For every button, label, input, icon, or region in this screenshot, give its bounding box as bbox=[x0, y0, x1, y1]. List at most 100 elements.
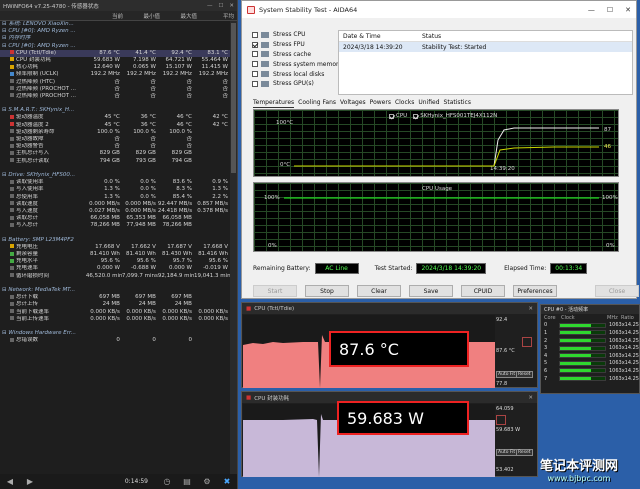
preferences-button[interactable]: Preferences bbox=[513, 285, 557, 297]
cpuid-button[interactable]: CPUID bbox=[461, 285, 505, 297]
sensor-row[interactable]: CPU 封装功耗 59.683 W 7.198 W 64.721 W 55.464 W bbox=[0, 57, 230, 64]
sensor2-reset-button[interactable]: Reset bbox=[516, 449, 533, 456]
stress-checkbox[interactable] bbox=[252, 51, 258, 58]
sensor-row[interactable]: 充电速率 0.000 W -0.688 W 0.000 W -0.019 W bbox=[0, 265, 230, 272]
close-icon[interactable]: ✕ bbox=[528, 306, 533, 312]
sensor-row[interactable]: 总错误数 0 0 0 bbox=[0, 337, 230, 344]
sensor2-autofit-button[interactable]: Auto Fit bbox=[496, 449, 518, 456]
stress-checkbox[interactable] bbox=[252, 71, 258, 78]
sensor1-reset-button[interactable]: Reset bbox=[516, 371, 533, 378]
clear-button[interactable]: Clear bbox=[357, 285, 401, 297]
col-max[interactable]: 最大值 bbox=[162, 12, 199, 20]
report-icon[interactable]: ▤ bbox=[180, 476, 194, 488]
sensor-row[interactable]: 驱动器故障 否 否 否 bbox=[0, 136, 230, 143]
sensor-row[interactable]: 写入速度 0.027 MB/s 0.000 MB/s 24.418 MB/s 0.378… bbox=[0, 208, 230, 215]
sensor-row[interactable]: 总计下载 697 MB 697 MB 697 MB bbox=[0, 294, 230, 301]
settings-icon[interactable]: ⚙ bbox=[200, 476, 214, 488]
close-icon[interactable]: ✕ bbox=[625, 6, 631, 14]
sensor-row[interactable]: 读取使用率 0.0 % 0.0 % 83.6 % 0.9 % bbox=[0, 179, 230, 186]
stress-option[interactable]: Stress CPU bbox=[252, 30, 342, 40]
col-min[interactable]: 最小值 bbox=[125, 12, 162, 20]
close-icon[interactable]: ✕ bbox=[528, 395, 533, 401]
stress-checkbox[interactable] bbox=[252, 80, 258, 87]
sensor-row[interactable]: 驱动器温度 45 °C 36 °C 46 °C 42 °C bbox=[0, 114, 230, 121]
stress-option[interactable]: Stress FPU bbox=[252, 40, 342, 50]
save-button[interactable]: Save bbox=[409, 285, 453, 297]
maximize-icon[interactable]: ☐ bbox=[607, 6, 613, 14]
sensor-row[interactable]: 剩余容量 81.410 Wh 81.410 Wh 81.430 Wh 81.416 Wh bbox=[0, 251, 230, 258]
tab-clocks[interactable]: Clocks bbox=[395, 98, 414, 108]
tab-statistics[interactable]: Statistics bbox=[444, 98, 471, 108]
tab-voltages[interactable]: Voltages bbox=[340, 98, 366, 108]
core-clock-bar-fill bbox=[559, 354, 592, 358]
close-icon[interactable]: ✕ bbox=[229, 3, 234, 9]
sensor-row[interactable]: 读取速度 0.000 MB/s 0.000 MB/s 92.447 MB/s 0.857… bbox=[0, 201, 230, 208]
sensor-row[interactable]: 过热降频 (PROCHOT ... 否 否 否 否 bbox=[0, 86, 230, 93]
sensor-row[interactable]: 驱动器警告 否 否 否 bbox=[0, 143, 230, 150]
tab-unified[interactable]: Unified bbox=[418, 98, 439, 108]
sensor-group[interactable]: ⊟ CPU [#0]: AMD Ryzen ... bbox=[0, 43, 230, 50]
sensor-row[interactable]: 读取总计 66,058 MB 65,353 MB 66,058 MB bbox=[0, 215, 230, 222]
sensor-row[interactable]: CPU (Tctl/Tdie) 87.6 °C 41.4 °C 92.4 °C 83.1… bbox=[0, 49, 230, 57]
sensor-label-text: 当前下载速率 bbox=[16, 308, 50, 315]
sensor-group[interactable]: ⊟ CPU [#0]: AMD Ryzen ... bbox=[0, 28, 230, 35]
stress-checkbox[interactable] bbox=[252, 31, 258, 38]
sensor-group[interactable]: ⊟ Windows Hardware Err... bbox=[0, 330, 230, 337]
stress-checkbox[interactable] bbox=[252, 41, 258, 48]
minimize-icon[interactable]: — bbox=[207, 3, 213, 9]
minimize-icon[interactable]: — bbox=[588, 6, 595, 14]
sensor-scrollbar[interactable] bbox=[230, 21, 237, 474]
nav-left-icon[interactable]: ◀ bbox=[3, 476, 17, 488]
stress-option[interactable]: Stress GPU(s) bbox=[252, 79, 342, 89]
status-row[interactable]: 2024/3/18 14:39:20 Stability Test: Start… bbox=[339, 42, 632, 52]
sensor-row[interactable]: 循环磨损时间 46,520.0 mins 7,099.7 mins 92,184.9 … bbox=[0, 273, 230, 280]
sensor1-autofit-button[interactable]: Auto Fit bbox=[496, 371, 518, 378]
sensor-row[interactable]: 核心功耗 12.640 W 0.065 W 15.107 W 11.415 W bbox=[0, 64, 230, 71]
sensor-row[interactable]: 频率限制 (UCLK) 192.2 MHz 192.2 MHz 192.2 MHz 19… bbox=[0, 71, 230, 78]
sensor2-color-swatch[interactable] bbox=[496, 415, 506, 425]
status-col-datetime[interactable]: Date & Time bbox=[339, 33, 419, 40]
stress-checkbox[interactable] bbox=[252, 61, 258, 68]
clock-icon[interactable]: ◷ bbox=[160, 476, 174, 488]
maximize-icon[interactable]: ☐ bbox=[218, 3, 223, 9]
sensor-row[interactable]: 过热降频 (PROCHOT ... 否 否 否 否 bbox=[0, 93, 230, 100]
start-button[interactable]: Start bbox=[253, 285, 297, 297]
sensor-row[interactable]: 总计上传 24 MB 24 MB 24 MB bbox=[0, 301, 230, 308]
sensor-group[interactable]: ⊟ 内存时序 bbox=[0, 35, 230, 42]
sensor-row[interactable]: 充电水平 95.6 % 95.6 % 95.7 % 95.6 % bbox=[0, 258, 230, 265]
value-avg: 192.2 MHz bbox=[198, 71, 228, 78]
tab-temperatures[interactable]: Temperatures bbox=[253, 98, 295, 108]
col-avg[interactable]: 平均 bbox=[199, 12, 236, 20]
sensor-group[interactable]: ⊟ S.M.A.R.T.: SKHynix_H... bbox=[0, 107, 230, 114]
sensor-group[interactable]: ⊟ Network: MediaTek MT... bbox=[0, 287, 230, 294]
tab-powers[interactable]: Powers bbox=[370, 98, 391, 108]
sensor-group[interactable]: ⊟ Battery: SMP L23M4PF2 bbox=[0, 237, 230, 244]
sensor-type-icon bbox=[10, 186, 14, 191]
stress-option[interactable]: Stress local disks bbox=[252, 69, 342, 79]
stress-option[interactable]: Stress cache bbox=[252, 50, 342, 60]
close-button[interactable]: Close bbox=[595, 285, 639, 297]
sensor1-color-swatch[interactable] bbox=[522, 337, 532, 347]
close-sensors-icon[interactable]: ✖ bbox=[220, 476, 234, 488]
scrollbar-thumb[interactable] bbox=[231, 23, 236, 173]
sensor-row[interactable]: 写入总计 78,266 MB 77,948 MB 78,266 MB bbox=[0, 222, 230, 229]
sensor-row[interactable]: 主机总计写入 829 GB 829 GB 829 GB bbox=[0, 150, 230, 157]
status-col-status[interactable]: Status bbox=[419, 33, 632, 40]
sensor-row[interactable]: 充电电压 17.668 V 17.662 V 17.687 V 17.668 V bbox=[0, 244, 230, 251]
sensor-row[interactable]: 驱动器温度 2 45 °C 36 °C 46 °C 42 °C bbox=[0, 122, 230, 129]
sensor-row[interactable]: 当前下载速率 0.000 KB/s 0.000 KB/s 0.000 KB/s 0.00… bbox=[0, 309, 230, 316]
sensor-label-text: 过热降频 (HTC) bbox=[16, 78, 56, 85]
stop-button[interactable]: Stop bbox=[305, 285, 349, 297]
sensor-row[interactable]: 写入使用率 1.3 % 0.0 % 8.3 % 1.3 % bbox=[0, 186, 230, 193]
sensor-group[interactable]: ⊟ Drive: SKHynix_HFS00... bbox=[0, 172, 230, 179]
sensor-row[interactable]: 总使用率 1.3 % 0.0 % 85.4 % 2.2 % bbox=[0, 194, 230, 201]
sensor-group[interactable]: ⊟ 系统: LENOVO XiaoXin... bbox=[0, 21, 230, 28]
sensor-row[interactable]: 主机总计读取 794 GB 793 GB 794 GB bbox=[0, 158, 230, 165]
col-current[interactable]: 当前 bbox=[88, 12, 125, 20]
sensor-row[interactable]: 当前上传速率 0.000 KB/s 0.000 KB/s 0.000 KB/s 0.00… bbox=[0, 316, 230, 323]
sensor-row[interactable]: 驱动器剩余寿命 100.0 % 100.0 % 100.0 % bbox=[0, 129, 230, 136]
stress-option[interactable]: Stress system memory bbox=[252, 59, 342, 69]
sensor-row[interactable]: 过热降频 (HTC) 否 否 否 否 bbox=[0, 79, 230, 86]
nav-right-icon[interactable]: ▶ bbox=[23, 476, 37, 488]
tab-cooling-fans[interactable]: Cooling Fans bbox=[298, 98, 336, 108]
